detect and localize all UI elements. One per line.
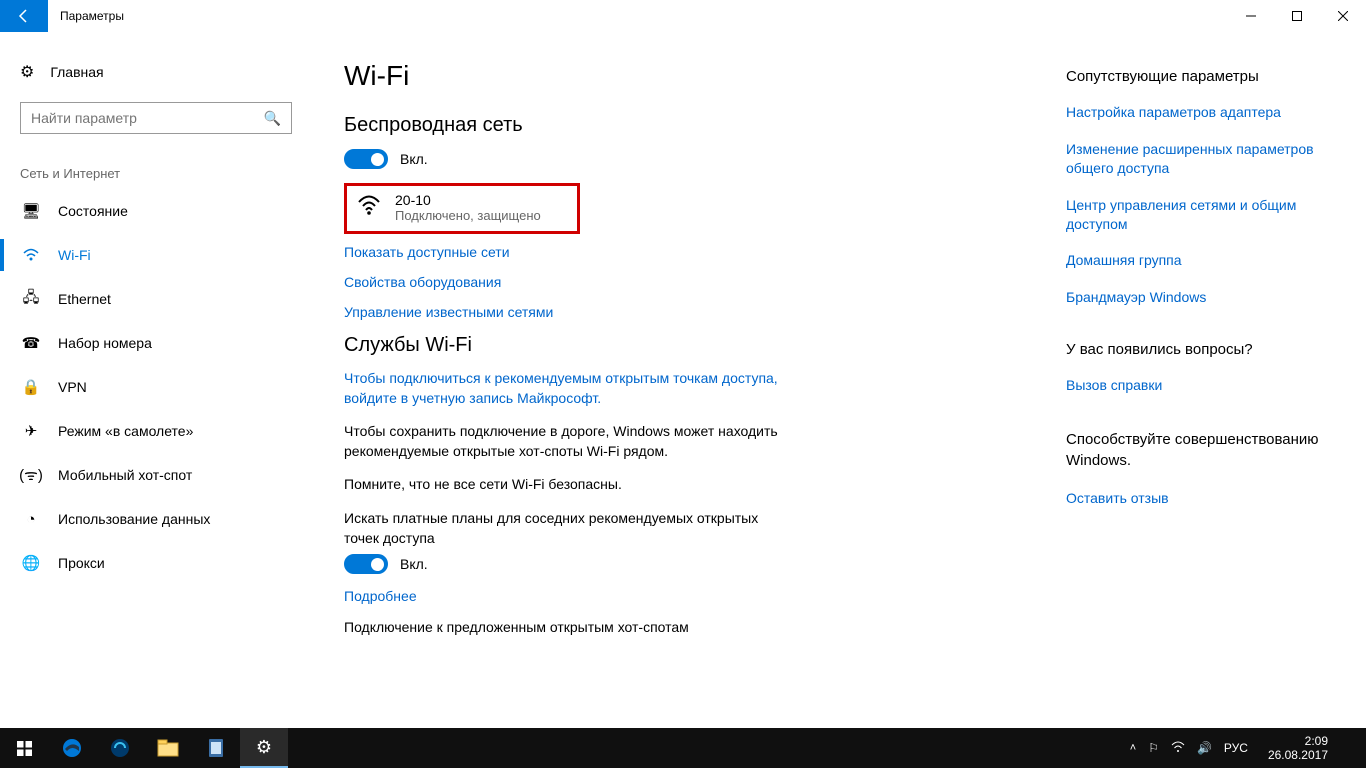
link-hw-props[interactable]: Свойства оборудования [344,274,1046,290]
sidebar-item-vpn[interactable]: 🔒 VPN [20,365,320,409]
link-network-center[interactable]: Центр управления сетями и общим доступом [1066,196,1346,234]
services-p4: Подключение к предложенным открытым хот-… [344,618,784,638]
connected-network[interactable]: 20-10 Подключено, защищено [344,183,580,234]
taskbar-settings[interactable]: ⚙ [240,728,288,768]
improve-heading: Способствуйте совершенствованию Windows. [1066,429,1346,471]
proxy-icon: 🌐 [22,554,40,572]
tray-overflow-icon[interactable]: ˄ [1130,742,1136,754]
taskbar-explorer[interactable] [144,728,192,768]
link-signin[interactable]: Чтобы подключиться к рекомендуемым откры… [344,369,784,408]
sidebar-label: Wi-Fi [58,247,91,263]
titlebar: Параметры [0,0,1366,32]
sidebar-label: Набор номера [58,335,152,351]
sidebar-label: Прокси [58,555,105,571]
network-status: Подключено, защищено [395,208,541,223]
link-more[interactable]: Подробнее [344,588,1046,604]
search-box[interactable]: 🔍 [20,102,292,134]
tray-security-icon[interactable]: ⚐ [1148,741,1159,755]
wifi-toggle-label: Вкл. [400,151,428,167]
sidebar: ⚙ Главная 🔍 Сеть и Интернет 🖥 Состояние … [0,32,320,728]
wifi-icon [22,248,40,262]
tray-time: 2:09 [1268,734,1328,748]
dialup-icon: ☎ [22,334,40,352]
datausage-icon: ◔ [22,511,40,528]
taskbar-edge[interactable] [48,728,96,768]
sidebar-item-dialup[interactable]: ☎ Набор номера [20,321,320,365]
sidebar-label: Состояние [58,203,128,219]
window-title: Параметры [60,9,124,23]
search-icon: 🔍 [264,110,281,127]
maximize-button[interactable] [1274,0,1320,32]
paid-plans-toggle-label: Вкл. [400,556,428,572]
questions-heading: У вас появились вопросы? [1066,341,1346,358]
network-name: 20-10 [395,192,541,208]
services-p3: Искать платные планы для соседних рекоме… [344,509,784,548]
system-tray: ˄ ⚐ 🔊 РУС 2:09 26.08.2017 [1130,728,1366,768]
wifi-signal-icon [357,194,381,220]
link-help[interactable]: Вызов справки [1066,376,1346,395]
link-homegroup[interactable]: Домашняя группа [1066,251,1346,270]
sidebar-label: Ethernet [58,291,111,307]
close-button[interactable] [1320,0,1366,32]
sidebar-label: Режим «в самолете» [58,423,193,439]
related-panel: Сопутствующие параметры Настройка параме… [1066,32,1366,728]
gear-icon: ⚙ [20,62,34,82]
taskbar-app1[interactable] [96,728,144,768]
link-sharing-settings[interactable]: Изменение расширенных параметров общего … [1066,140,1346,178]
link-firewall[interactable]: Брандмауэр Windows [1066,288,1346,307]
taskbar-notepad[interactable] [192,728,240,768]
sidebar-item-status[interactable]: 🖥 Состояние [20,189,320,233]
start-button[interactable] [0,728,48,768]
sidebar-item-airplane[interactable]: ✈ Режим «в самолете» [20,409,320,453]
sidebar-category: Сеть и Интернет [20,166,320,181]
sidebar-label: VPN [58,379,87,395]
tray-volume-icon[interactable]: 🔊 [1197,741,1212,755]
tray-language[interactable]: РУС [1224,741,1248,755]
nav-home[interactable]: ⚙ Главная [20,52,320,92]
paid-plans-toggle[interactable] [344,554,388,574]
vpn-icon: 🔒 [22,378,40,396]
sidebar-label: Мобильный хот-спот [58,467,192,483]
services-p2: Помните, что не все сети Wi-Fi безопасны… [344,475,784,495]
page-title: Wi-Fi [344,60,1046,92]
sidebar-item-proxy[interactable]: 🌐 Прокси [20,541,320,585]
wifi-toggle[interactable] [344,149,388,169]
link-adapter-settings[interactable]: Настройка параметров адаптера [1066,103,1346,122]
services-heading: Службы Wi-Fi [344,334,1046,357]
taskbar: ⚙ ˄ ⚐ 🔊 РУС 2:09 26.08.2017 [0,728,1366,768]
main-panel: Wi-Fi Беспроводная сеть Вкл. 20-10 Подкл… [320,32,1066,728]
services-p1: Чтобы сохранить подключение в дороге, Wi… [344,422,784,461]
tray-clock[interactable]: 2:09 26.08.2017 [1260,734,1336,763]
status-icon: 🖥 [22,202,40,220]
sidebar-item-hotspot[interactable]: (ᯤ) Мобильный хот-спот [20,453,320,497]
sidebar-item-datausage[interactable]: ◔ Использование данных [20,497,320,541]
link-show-networks[interactable]: Показать доступные сети [344,244,1046,260]
related-heading: Сопутствующие параметры [1066,68,1346,85]
hotspot-icon: (ᯤ) [22,465,40,485]
sidebar-label: Использование данных [58,511,210,527]
minimize-button[interactable] [1228,0,1274,32]
wireless-heading: Беспроводная сеть [344,114,1046,137]
tray-wifi-icon[interactable] [1171,741,1185,756]
back-button[interactable] [0,0,48,32]
link-feedback[interactable]: Оставить отзыв [1066,489,1346,508]
sidebar-item-wifi[interactable]: Wi-Fi [20,233,320,277]
search-input[interactable] [31,110,264,126]
show-desktop[interactable] [1348,728,1362,768]
sidebar-item-ethernet[interactable]: 🖧 Ethernet [20,277,320,321]
nav-home-label: Главная [50,64,103,80]
link-manage-known[interactable]: Управление известными сетями [344,304,1046,320]
tray-date: 26.08.2017 [1268,748,1328,762]
airplane-icon: ✈ [22,422,40,440]
ethernet-icon: 🖧 [22,287,40,312]
